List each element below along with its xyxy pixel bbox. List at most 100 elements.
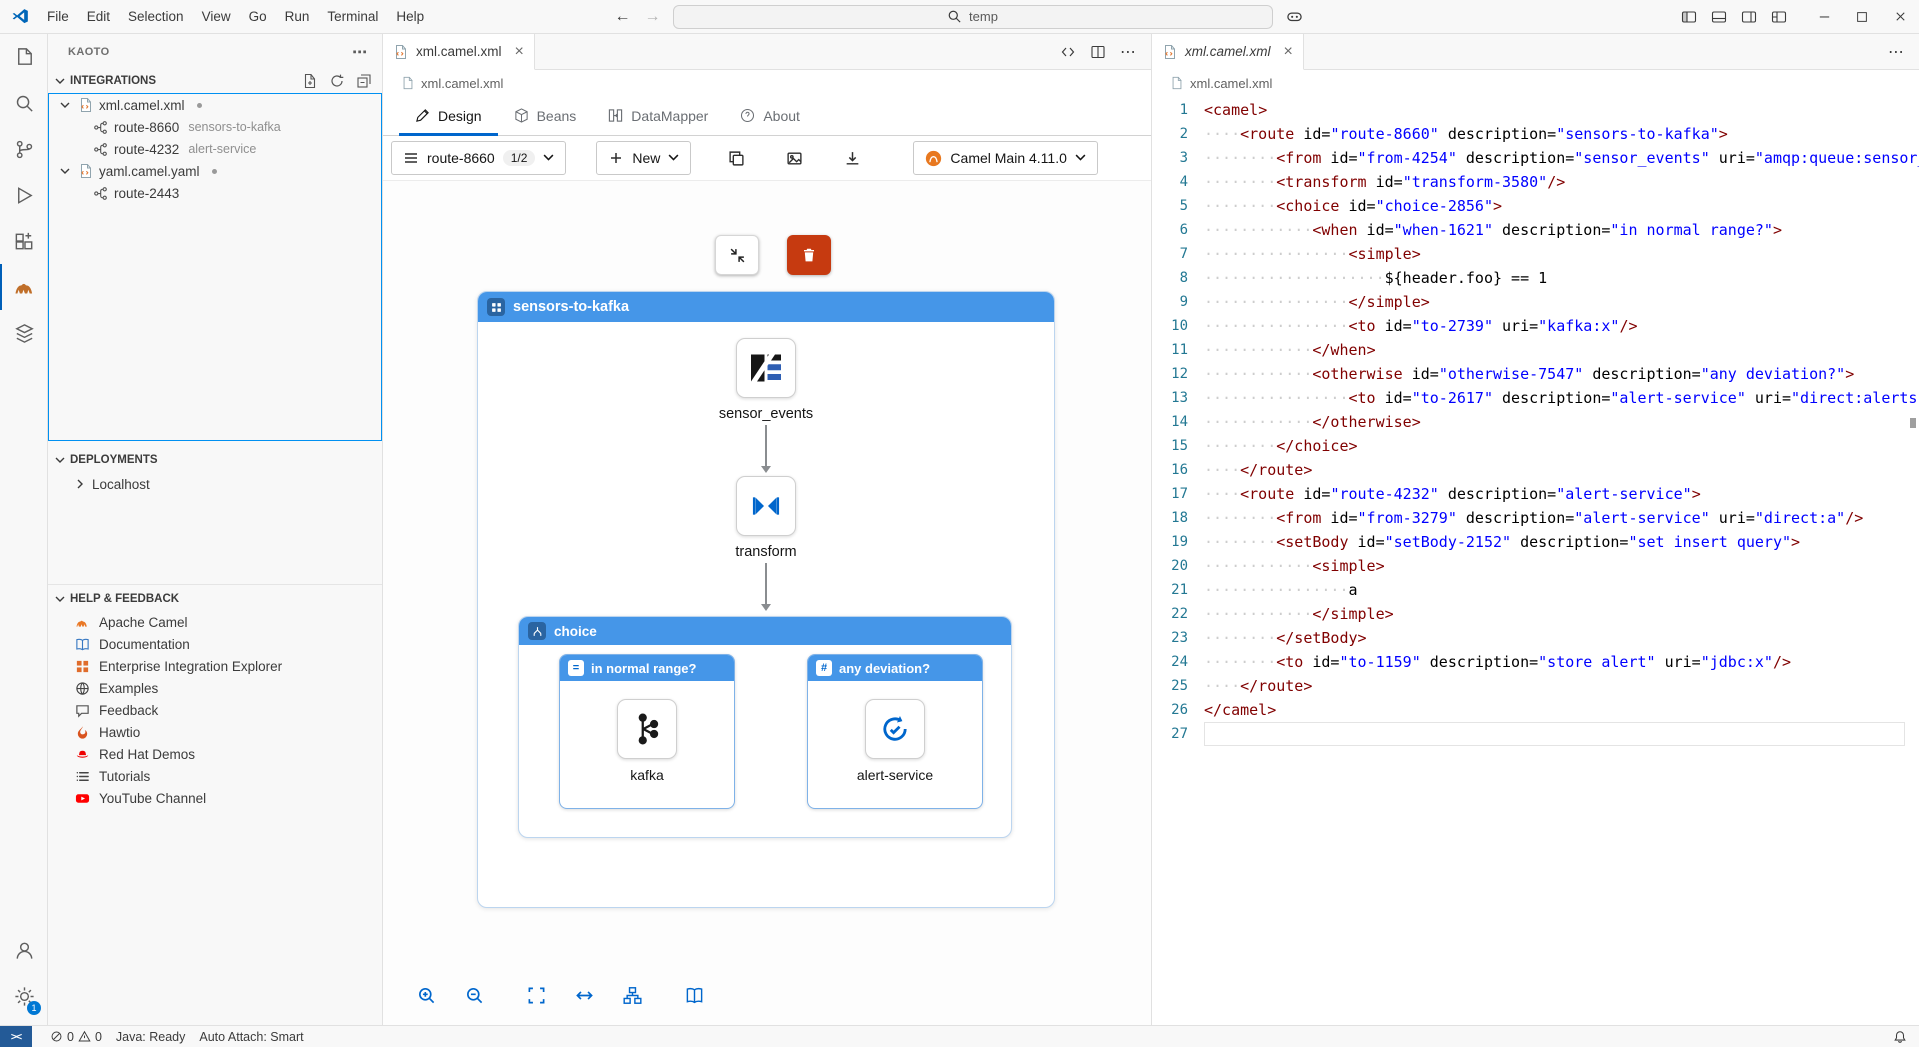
when-header[interactable]: = in normal range? <box>560 655 734 681</box>
help-item-examples[interactable]: Examples <box>48 677 382 699</box>
help-item-apache-camel[interactable]: Apache Camel <box>48 611 382 633</box>
code-line[interactable]: 17····<route id="route-4232" description… <box>1152 482 1919 506</box>
code-line[interactable]: 3········<from id="from-4254" descriptio… <box>1152 146 1919 170</box>
menu-terminal[interactable]: Terminal <box>318 5 387 28</box>
help-item-enterprise-integration-explorer[interactable]: Enterprise Integration Explorer <box>48 655 382 677</box>
breadcrumb-item[interactable]: xml.camel.xml <box>421 76 503 91</box>
code-line[interactable]: 18········<from id="from-3279" descripti… <box>1152 506 1919 530</box>
more-actions-icon[interactable]: ⋯ <box>1120 42 1137 62</box>
collapse-group-button[interactable] <box>715 235 759 275</box>
command-center-search[interactable]: temp <box>673 5 1273 29</box>
auto-attach-status[interactable]: Auto Attach: Smart <box>199 1026 303 1047</box>
code-line[interactable]: 6············<when id="when-1621" descri… <box>1152 218 1919 242</box>
node-kafka[interactable]: kafka <box>617 699 677 783</box>
toggle-primary-sidebar-icon[interactable] <box>1681 9 1697 25</box>
code-line[interactable]: 10················<to id="to-2739" uri="… <box>1152 314 1919 338</box>
toggle-panel-icon[interactable] <box>1711 9 1727 25</box>
code-line[interactable]: 11············</when> <box>1152 338 1919 362</box>
tab-about[interactable]: About <box>724 96 816 135</box>
tab-beans[interactable]: Beans <box>498 96 593 135</box>
route-group-header[interactable]: sensors-to-kafka <box>478 292 1054 322</box>
search-view-icon[interactable] <box>0 80 47 126</box>
tab-datamapper[interactable]: DataMapper <box>592 96 724 135</box>
code-line[interactable]: 12············<otherwise id="otherwise-7… <box>1152 362 1919 386</box>
code-line[interactable]: 27 <box>1152 722 1919 746</box>
code-line[interactable]: 26</camel> <box>1152 698 1919 722</box>
refresh-icon[interactable] <box>329 73 345 89</box>
code-line[interactable]: 20············<simple> <box>1152 554 1919 578</box>
help-item-red-hat-demos[interactable]: Red Hat Demos <box>48 743 382 765</box>
design-canvas[interactable]: sensors-to-kafka sensor_events <box>383 181 1151 1025</box>
tree-route-item[interactable]: route-2443 <box>49 182 381 204</box>
bell-icon[interactable] <box>1893 1030 1907 1044</box>
toggle-secondary-sidebar-icon[interactable] <box>1741 9 1757 25</box>
open-source-code-icon[interactable] <box>1060 44 1076 60</box>
java-status[interactable]: Java: Ready <box>116 1026 185 1047</box>
help-item-tutorials[interactable]: Tutorials <box>48 765 382 787</box>
breadcrumb[interactable]: xml.camel.xml <box>383 70 1151 96</box>
tree-file-item[interactable]: xml.camel.xml <box>49 94 381 116</box>
code-line[interactable]: 5········<choice id="choice-2856"> <box>1152 194 1919 218</box>
code-line[interactable]: 15········</choice> <box>1152 434 1919 458</box>
code-line[interactable]: 2····<route id="route-8660" description=… <box>1152 122 1919 146</box>
split-editor-icon[interactable] <box>1090 44 1106 60</box>
accounts-icon[interactable] <box>0 927 47 973</box>
deployments-view-icon[interactable] <box>0 310 47 356</box>
integrations-section-header[interactable]: INTEGRATIONS <box>48 69 382 93</box>
back-button[interactable]: ← <box>613 8 633 26</box>
choice-container[interactable]: choice = in normal range? <box>518 616 1012 838</box>
help-item-youtube-channel[interactable]: YouTube Channel <box>48 787 382 809</box>
help-item-documentation[interactable]: Documentation <box>48 633 382 655</box>
explorer-icon[interactable] <box>0 34 47 80</box>
tree-file-item[interactable]: yaml.camel.yaml <box>49 160 381 182</box>
maximize-button[interactable] <box>1843 0 1881 33</box>
code-line[interactable]: 8····················${header.foo} == 1 <box>1152 266 1919 290</box>
menu-run[interactable]: Run <box>276 5 319 28</box>
tree-route-item[interactable]: route-4232alert-service <box>49 138 381 160</box>
copy-flow-button[interactable] <box>719 141 753 175</box>
code-line[interactable]: 23········</setBody> <box>1152 626 1919 650</box>
code-line[interactable]: 9················</simple> <box>1152 290 1919 314</box>
code-line[interactable]: 7················<simple> <box>1152 242 1919 266</box>
help-item-feedback[interactable]: Feedback <box>48 699 382 721</box>
menu-help[interactable]: Help <box>387 5 433 28</box>
route-group-sensors-to-kafka[interactable]: sensors-to-kafka sensor_events <box>477 291 1055 908</box>
code-line[interactable]: 13················<to id="to-2617" descr… <box>1152 386 1919 410</box>
tab-xml-camel-xml-design[interactable]: xml.camel.xml × <box>383 34 535 70</box>
collapse-all-icon[interactable] <box>356 73 372 89</box>
tree-route-item[interactable]: route-8660sensors-to-kafka <box>49 116 381 138</box>
choice-header[interactable]: choice <box>519 617 1011 645</box>
zoom-in-button[interactable] <box>407 977 445 1013</box>
delete-group-button[interactable] <box>787 235 831 275</box>
minimize-button[interactable] <box>1805 0 1843 33</box>
code-line[interactable]: 14············</otherwise> <box>1152 410 1919 434</box>
breadcrumb[interactable]: xml.camel.xml <box>1152 70 1919 96</box>
fit-to-screen-button[interactable] <box>517 977 555 1013</box>
menu-edit[interactable]: Edit <box>78 5 119 28</box>
code-line[interactable]: 1<camel> <box>1152 98 1919 122</box>
help-section-header[interactable]: HELP & FEEDBACK <box>48 587 382 611</box>
source-control-icon[interactable] <box>0 126 47 172</box>
extensions-icon[interactable] <box>0 218 47 264</box>
code-line[interactable]: 21················a <box>1152 578 1919 602</box>
code-line[interactable]: 25····</route> <box>1152 674 1919 698</box>
remote-indicator[interactable]: >< <box>0 1026 32 1047</box>
deployments-section-header[interactable]: DEPLOYMENTS <box>48 448 382 472</box>
run-debug-icon[interactable] <box>0 172 47 218</box>
node-sensor-events[interactable]: sensor_events <box>719 338 813 422</box>
close-icon[interactable]: × <box>515 43 524 61</box>
breadcrumb-item[interactable]: xml.camel.xml <box>1190 76 1272 91</box>
node-alert-service[interactable]: alert-service <box>857 699 933 783</box>
runtime-selector[interactable]: Camel Main 4.11.0 <box>913 141 1097 175</box>
code-line[interactable]: 22············</simple> <box>1152 602 1919 626</box>
download-button[interactable] <box>835 141 869 175</box>
code-editor[interactable]: 1<camel>2····<route id="route-8660" desc… <box>1152 96 1919 1025</box>
tree-item-localhost[interactable]: Localhost <box>48 472 382 496</box>
menu-selection[interactable]: Selection <box>119 5 193 28</box>
catalog-button[interactable] <box>675 977 713 1013</box>
menu-view[interactable]: View <box>193 5 240 28</box>
export-image-button[interactable] <box>777 141 811 175</box>
menu-file[interactable]: File <box>38 5 78 28</box>
branch-otherwise[interactable]: # any deviation? <box>807 654 983 809</box>
code-line[interactable]: 24········<to id="to-1159" description="… <box>1152 650 1919 674</box>
